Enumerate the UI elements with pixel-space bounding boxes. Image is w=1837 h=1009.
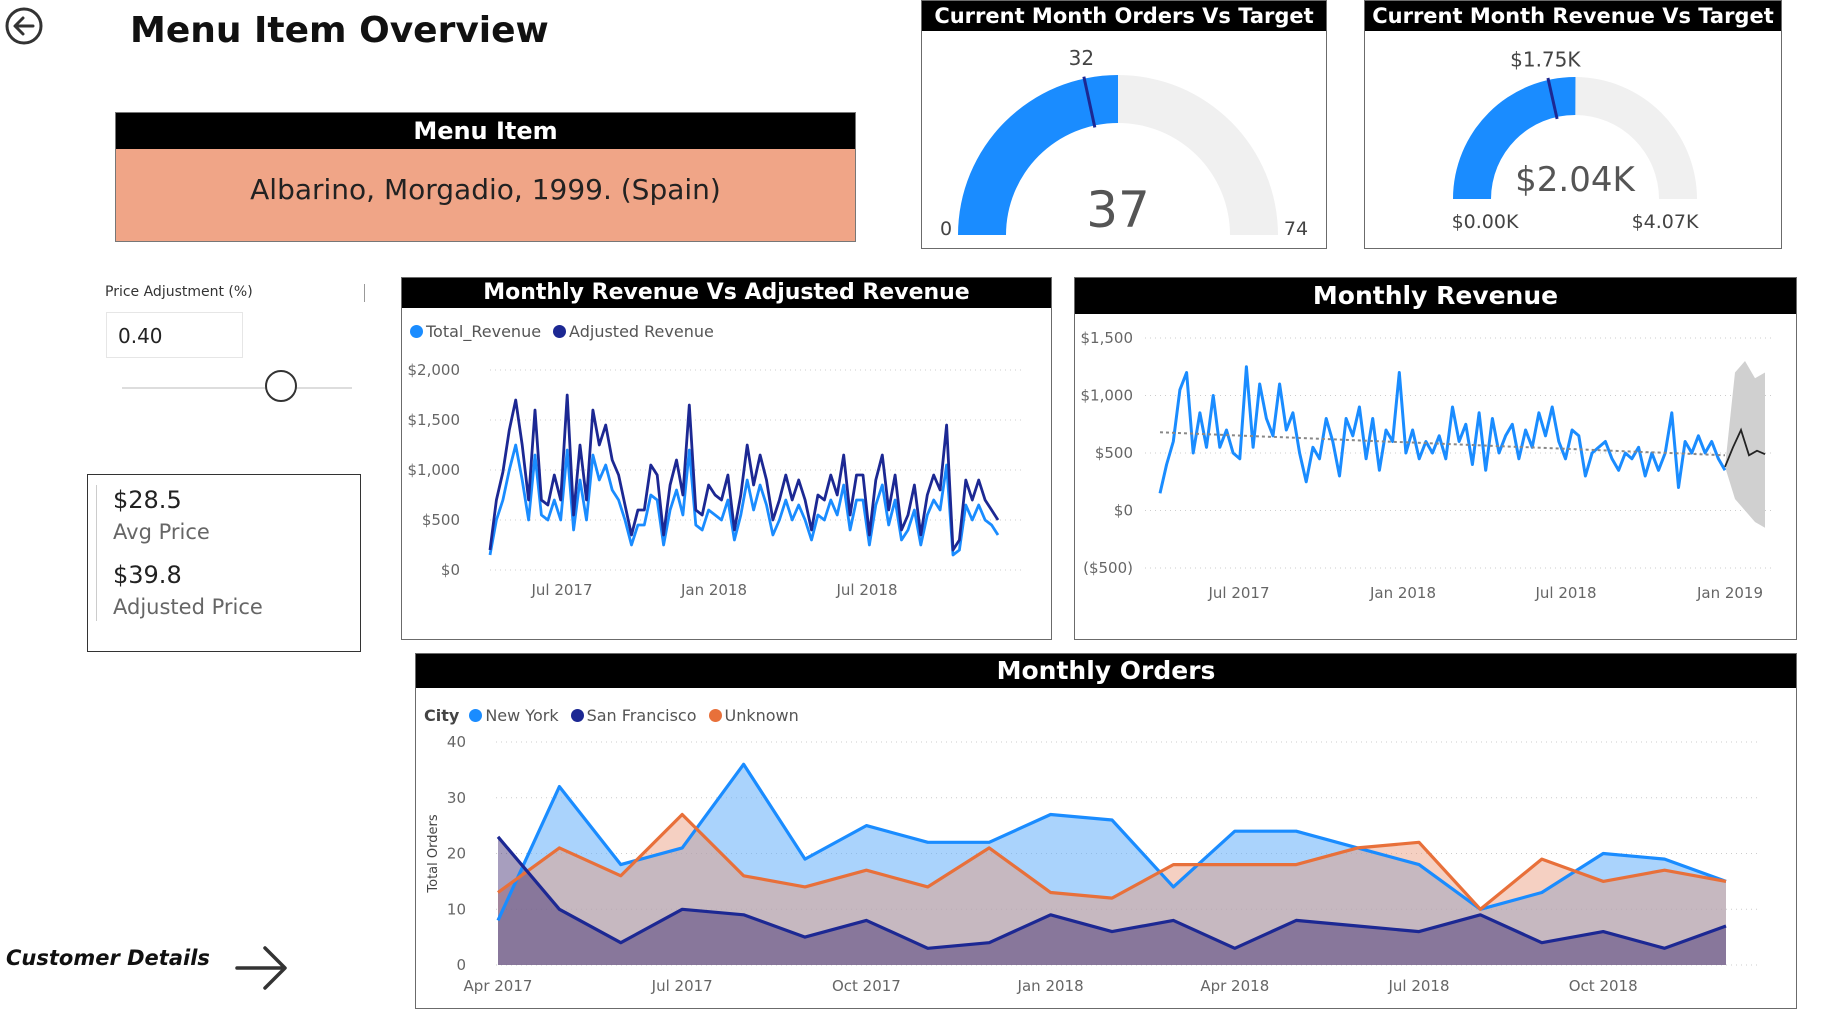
arrow-right-icon — [235, 946, 287, 990]
x-tick-label: Oct 2017 — [832, 977, 901, 995]
y-tick-label: $2,000 — [408, 361, 461, 379]
arrow-left-circle-icon — [5, 7, 43, 45]
x-tick-label: Apr 2017 — [464, 977, 533, 995]
y-tick-label: 40 — [447, 733, 466, 751]
legend-item-unknown: Unknown — [708, 706, 799, 725]
monthly-revenue-title: Monthly Revenue — [1075, 278, 1796, 314]
x-tick-label: Jul 2018 — [1387, 977, 1449, 995]
monthly-revenue-panel: Monthly Revenue $1,500 $1,000 $500 $0 ($500)… — [1074, 277, 1797, 640]
legend-item-total-revenue: Total_Revenue — [410, 322, 541, 341]
y-tick-label: $500 — [1095, 444, 1133, 462]
y-tick-label: $1,000 — [408, 461, 461, 479]
legend-title-city: City — [424, 706, 460, 725]
y-tick-label: ($500) — [1083, 559, 1133, 577]
monthly-orders-chart: 40 30 20 10 0 Total Orders Apr 2017 Jul 2017 Oct… — [426, 733, 1761, 995]
revenue-vs-adjusted-panel: Monthly Revenue Vs Adjusted Revenue Tota… — [401, 277, 1052, 640]
gauge-value-label: 37 — [1086, 181, 1150, 239]
x-tick-label: Apr 2018 — [1200, 977, 1269, 995]
x-tick-label: Jul 2018 — [835, 581, 897, 599]
y-tick-label: 20 — [447, 845, 466, 863]
x-tick-label: Jan 2018 — [1369, 584, 1436, 602]
avg-price-label: Avg Price — [113, 520, 210, 544]
slider-track — [122, 387, 352, 389]
page-title: Menu Item Overview — [130, 10, 549, 51]
y-tick-label: 0 — [456, 956, 466, 974]
gauge-max-label: 74 — [1284, 218, 1308, 240]
avg-price-value: $28.5 — [113, 486, 182, 514]
back-button[interactable] — [4, 6, 44, 46]
monthly-orders-panel: Monthly Orders City New York San Francis… — [415, 653, 1797, 1009]
price-card-accent — [96, 485, 97, 621]
x-tick-label: Jul 2017 — [651, 977, 713, 995]
gauge-target-label: 32 — [1069, 46, 1094, 70]
y-tick-label: $1,500 — [408, 411, 461, 429]
menu-item-slicer[interactable]: Menu Item Albarino, Morgadio, 1999. (Spa… — [115, 112, 856, 242]
y-tick-label: $0 — [441, 561, 460, 579]
revenue-gauge-title: Current Month Revenue Vs Target — [1365, 1, 1781, 31]
gauge-value-label: $2.04K — [1515, 160, 1636, 200]
revenue-vs-adjusted-chart: $2,000 $1,500 $1,000 $500 $0 Jul 2017 Jan 2018… — [408, 361, 1022, 599]
customer-details-label: Customer Details — [6, 946, 210, 970]
x-tick-label: Jan 2018 — [1017, 977, 1084, 995]
x-tick-label: Jul 2017 — [1207, 584, 1269, 602]
monthly-revenue-chart: $1,500 $1,000 $500 $0 ($500) Jul 2017 Jan 2018… — [1081, 329, 1775, 602]
gauge-max-label: $4.07K — [1632, 211, 1699, 233]
price-adjustment-divider — [364, 284, 365, 302]
price-adjustment-slider[interactable] — [122, 370, 352, 406]
y-tick-label: $0 — [1114, 502, 1133, 520]
price-card: $28.5 Avg Price $39.8 Adjusted Price — [87, 474, 361, 652]
legend-item-new-york: New York — [469, 706, 559, 725]
x-tick-label: Jan 2019 — [1696, 584, 1763, 602]
monthly-orders-legend: City New York San Francisco Unknown — [424, 706, 805, 725]
x-tick-label: Jul 2017 — [530, 581, 592, 599]
revenue-gauge-panel: Current Month Revenue Vs Target $1.75K $2… — [1364, 0, 1782, 249]
y-tick-label: 30 — [447, 789, 466, 807]
gauge-min-label: 0 — [940, 218, 952, 240]
customer-details-link[interactable]: Customer Details — [6, 938, 291, 998]
menu-item-value: Albarino, Morgadio, 1999. (Spain) — [250, 173, 721, 206]
price-adjustment-label: Price Adjustment (%) — [105, 284, 253, 300]
revenue-gauge: $1.75K $2.04K $0.00K $4.07K — [1452, 47, 1699, 233]
y-tick-label: $500 — [422, 511, 460, 529]
y-axis-label: Total Orders — [426, 814, 441, 893]
revenue-vs-adjusted-legend: Total_Revenue Adjusted Revenue — [410, 322, 720, 341]
orders-gauge-panel: Current Month Orders Vs Target 32 37 0 74 — [921, 0, 1327, 249]
revenue-vs-adjusted-title: Monthly Revenue Vs Adjusted Revenue — [402, 278, 1051, 308]
y-tick-label: $1,000 — [1081, 387, 1134, 405]
gauge-min-label: $0.00K — [1452, 211, 1519, 233]
monthly-orders-title: Monthly Orders — [416, 654, 1796, 688]
price-adjustment-input[interactable]: 0.40 — [106, 312, 243, 358]
x-tick-label: Oct 2018 — [1569, 977, 1638, 995]
x-tick-label: Jul 2018 — [1534, 584, 1596, 602]
x-tick-label: Jan 2018 — [680, 581, 747, 599]
series-line-revenue — [1158, 365, 1727, 494]
adjusted-price-label: Adjusted Price — [113, 595, 263, 619]
legend-item-adjusted-revenue: Adjusted Revenue — [553, 322, 714, 341]
orders-gauge-title: Current Month Orders Vs Target — [922, 1, 1326, 31]
y-tick-label: $1,500 — [1081, 329, 1134, 347]
y-tick-label: 10 — [447, 900, 466, 918]
adjusted-price-value: $39.8 — [113, 561, 182, 589]
menu-item-header: Menu Item — [116, 113, 855, 149]
legend-item-san-francisco: San Francisco — [570, 706, 697, 725]
slider-handle[interactable] — [264, 370, 297, 402]
orders-gauge: 32 37 0 74 — [940, 46, 1308, 240]
gauge-target-label: $1.75K — [1510, 47, 1581, 71]
